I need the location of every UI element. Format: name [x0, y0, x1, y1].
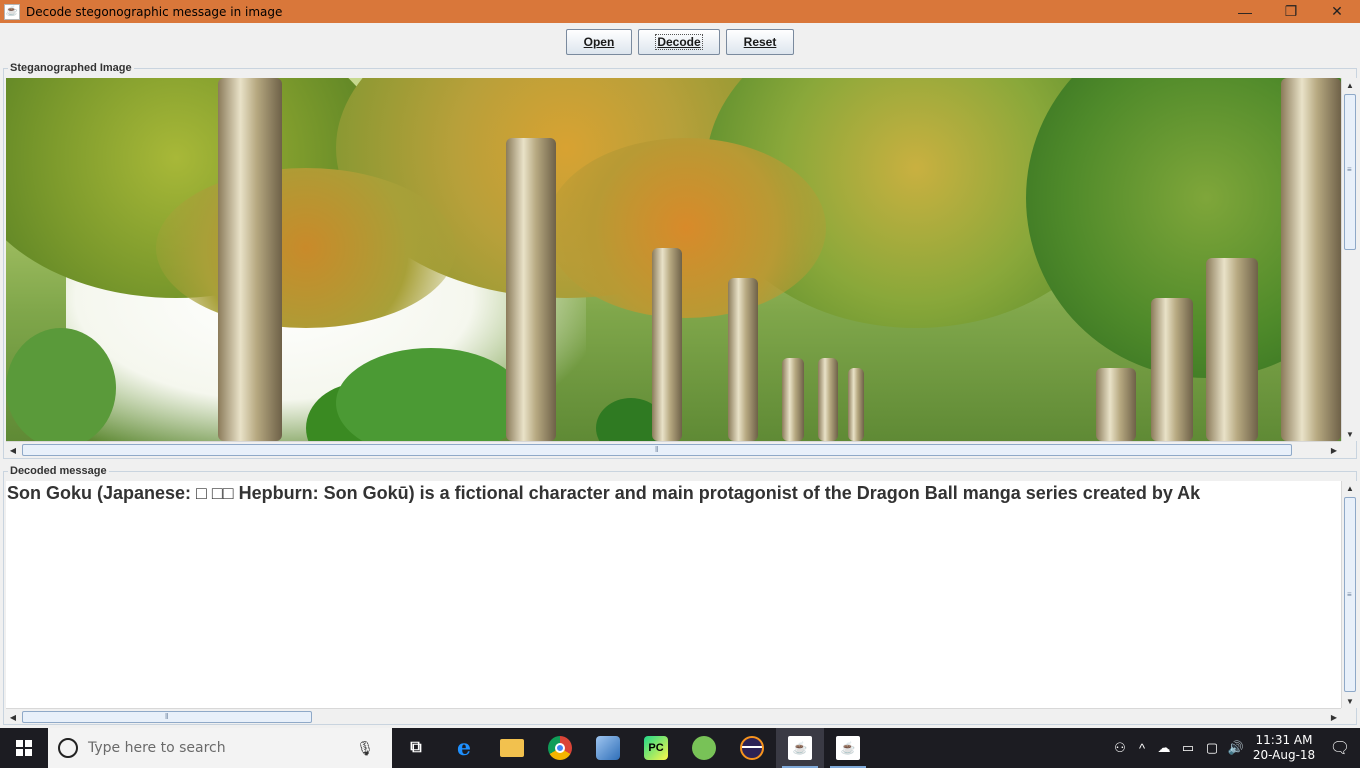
system-tray: ⚇ ^ ☁ ▭ ▢ 🔊 11:31 AM 20-Aug-18 🗨 — [1108, 728, 1360, 768]
image-vertical-scrollbar[interactable]: ▲ ≡ ▼ — [1341, 78, 1357, 441]
scroll-right-arrow[interactable]: ▶ — [1327, 710, 1341, 724]
scroll-up-arrow[interactable]: ▲ — [1343, 481, 1357, 495]
java-app-icon-1: ☕ — [788, 736, 812, 760]
decoded-message-text: Son Goku (Japanese: □ □□ Hepburn: Son Go… — [7, 483, 1201, 503]
android-studio-icon — [692, 736, 716, 760]
decode-button[interactable]: Decode — [638, 29, 720, 55]
window-titlebar: ☕ Decode stegonographic message in image… — [0, 0, 1360, 23]
edge-button[interactable]: e — [440, 728, 488, 768]
decode-button-label: Decode — [655, 34, 703, 50]
reset-button-label: Reset — [743, 35, 777, 49]
action-center-icon[interactable]: 🗨 — [1320, 738, 1360, 758]
windows-logo-icon — [16, 740, 32, 756]
cortana-icon — [58, 738, 78, 758]
decoded-message-textarea[interactable]: Son Goku (Japanese: □ □□ Hepburn: Son Go… — [6, 481, 1341, 708]
network-icon[interactable]: ▢ — [1200, 740, 1224, 756]
close-button[interactable]: ✕ — [1314, 0, 1360, 23]
taskbar-search-box[interactable]: Type here to search 🎙 — [48, 728, 392, 768]
java-app-button-2[interactable]: ☕ — [824, 728, 872, 768]
file-explorer-icon — [500, 739, 524, 757]
start-button[interactable] — [0, 728, 48, 768]
decoded-message-panel: Decoded message Son Goku (Japanese: □ □□… — [3, 465, 1357, 725]
message-vertical-scrollbar[interactable]: ▲ ≡ ▼ — [1341, 481, 1357, 708]
scroll-down-arrow[interactable]: ▼ — [1343, 694, 1357, 708]
people-icon[interactable]: ⚇ — [1108, 740, 1132, 756]
taskbar-clock[interactable]: 11:31 AM 20-Aug-18 — [1248, 733, 1320, 763]
image-horizontal-scroll-thumb[interactable]: ‖ — [22, 444, 1292, 456]
image-vertical-scroll-thumb[interactable]: ≡ — [1344, 94, 1356, 250]
android-studio-button[interactable] — [680, 728, 728, 768]
maximize-button[interactable]: ❐ — [1268, 0, 1314, 23]
chrome-icon — [548, 736, 572, 760]
scroll-left-arrow[interactable]: ◀ — [6, 710, 20, 724]
scroll-up-arrow[interactable]: ▲ — [1343, 78, 1357, 92]
search-placeholder: Type here to search — [88, 740, 226, 756]
eclipse-icon — [740, 736, 764, 760]
image-panel-title: Steganographed Image — [8, 62, 134, 74]
open-button-label: Open — [583, 35, 615, 49]
message-vertical-scroll-thumb[interactable]: ≡ — [1344, 497, 1356, 692]
java-app-icon-2: ☕ — [836, 736, 860, 760]
microphone-icon[interactable]: 🎙 — [356, 740, 374, 757]
eclipse-button[interactable] — [728, 728, 776, 768]
battery-icon[interactable]: ▭ — [1176, 740, 1200, 756]
volume-icon[interactable]: 🔊 — [1224, 740, 1248, 756]
steganographed-image — [6, 78, 1341, 441]
steganographed-image-panel: Steganographed Image ▲ ≡ ▼ ◀ ‖ ▶ — [3, 62, 1357, 459]
windows-taskbar: Type here to search 🎙 ⧉ e PC ☕ ☕ ⚇ ^ ☁ ▭… — [0, 728, 1360, 768]
minimize-button[interactable]: — — [1222, 0, 1268, 23]
onedrive-icon[interactable]: ☁ — [1152, 740, 1176, 756]
message-panel-title: Decoded message — [8, 465, 109, 477]
clock-time: 11:31 AM — [1255, 733, 1313, 747]
image-horizontal-scrollbar[interactable]: ◀ ‖ ▶ — [6, 441, 1341, 457]
scroll-right-arrow[interactable]: ▶ — [1327, 443, 1341, 457]
chrome-button[interactable] — [536, 728, 584, 768]
message-horizontal-scrollbar[interactable]: ◀ ‖ ▶ — [6, 708, 1341, 724]
java-app-button-1[interactable]: ☕ — [776, 728, 824, 768]
pycharm-icon: PC — [644, 736, 668, 760]
clock-date: 20-Aug-18 — [1252, 748, 1316, 762]
task-view-button[interactable]: ⧉ — [392, 728, 440, 768]
scroll-down-arrow[interactable]: ▼ — [1343, 427, 1357, 441]
toolbar: Open Decode Reset — [0, 23, 1360, 61]
open-button[interactable]: Open — [565, 29, 633, 55]
java-icon: ☕ — [4, 3, 20, 20]
task-view-icon: ⧉ — [410, 739, 422, 756]
pycharm-button[interactable]: PC — [632, 728, 680, 768]
reset-button[interactable]: Reset — [725, 29, 795, 55]
message-horizontal-scroll-thumb[interactable]: ‖ — [22, 711, 312, 723]
edge-icon: e — [457, 735, 471, 761]
window-title: Decode stegonographic message in image — [26, 4, 283, 19]
scroll-left-arrow[interactable]: ◀ — [6, 443, 20, 457]
show-hidden-icons-icon[interactable]: ^ — [1132, 741, 1152, 756]
virtualbox-icon — [596, 736, 620, 760]
virtualbox-button[interactable] — [584, 728, 632, 768]
file-explorer-button[interactable] — [488, 728, 536, 768]
